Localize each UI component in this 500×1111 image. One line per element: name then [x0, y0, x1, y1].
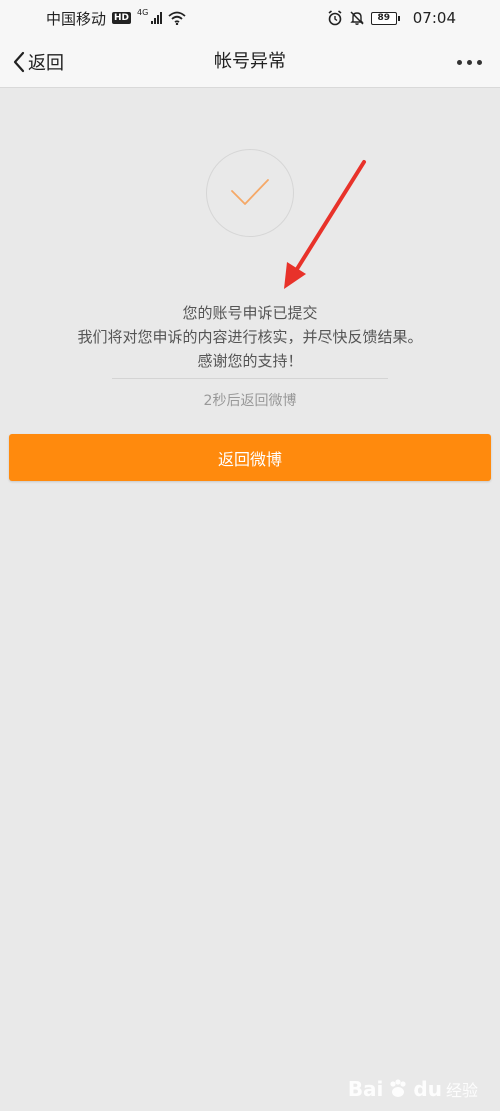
baidu-jingyan-watermark: Bai du 经验	[348, 1077, 478, 1101]
annotation-arrow-icon	[284, 160, 366, 289]
thanks-message: 感谢您的支持！	[197, 352, 303, 370]
watermark-brand-suffix: du	[413, 1077, 442, 1101]
watermark-sub: 经验	[445, 1081, 478, 1100]
review-message: 我们将对您申诉的内容进行核实，并尽快反馈结果。	[77, 328, 423, 346]
watermark-brand: Bai	[347, 1077, 384, 1101]
countdown-text: 2秒后返回微博	[203, 393, 297, 409]
divider	[112, 378, 388, 379]
paw-icon	[390, 1079, 407, 1097]
return-to-weibo-button[interactable]: 返回微博	[9, 434, 491, 481]
